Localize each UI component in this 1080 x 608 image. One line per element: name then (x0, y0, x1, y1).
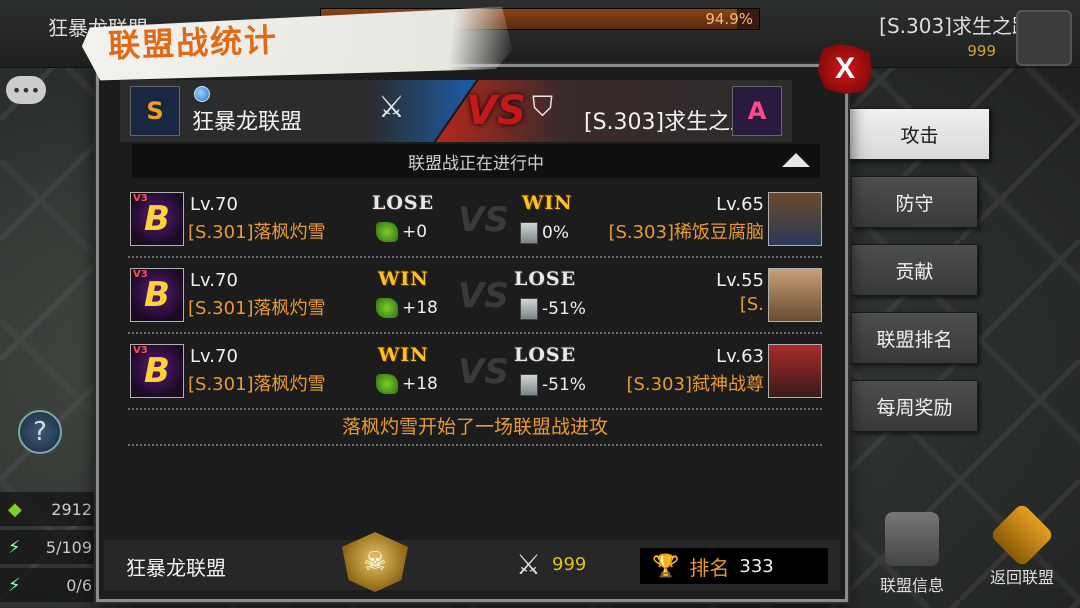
resource-icon (376, 374, 398, 394)
enemy-avatar (768, 344, 822, 398)
enemy-score-value: 0% (542, 223, 569, 243)
vs-watermark: VS (458, 352, 509, 392)
enemy-score-value: -51% (542, 299, 586, 319)
enemy-score: 0% (520, 222, 569, 244)
return-alliance-label: 返回联盟 (989, 568, 1054, 587)
enemy-result: WIN (522, 192, 573, 214)
war-status-text: 联盟战正在进行中 (408, 153, 544, 174)
panel-title: 联盟战统计 (107, 21, 279, 65)
player-result: LOSE (372, 192, 435, 214)
top-right-alliance-name: [S.303]求生之路 (879, 14, 1032, 38)
enemy-result: LOSE (514, 268, 577, 290)
enemy-level: Lv.65 (716, 194, 764, 215)
player-result: WIN (378, 268, 429, 290)
player-score-value: +18 (402, 298, 438, 318)
globe-icon (194, 86, 210, 102)
lightning-icon: ⚡ (8, 574, 21, 596)
battle-row: V3 B Lv.70 [S.301]落枫灼雪 WIN +18 VS LOSE -5… (128, 262, 822, 334)
enemy-level: Lv.55 (716, 270, 764, 291)
side-stat-value: 2912 (51, 499, 92, 519)
collapse-arrow-icon[interactable] (782, 153, 810, 167)
side-stat-value: 0/6 (66, 575, 92, 595)
battle-notice: 落枫灼雪开始了一场联盟战进攻 (128, 412, 822, 446)
trophy-icon: 🏆 (652, 553, 680, 579)
player-avatar: V3 B (130, 344, 184, 398)
player-score-value: +18 (402, 374, 438, 394)
vs-left-side: S 狂暴龙联盟 ⚔ (120, 80, 476, 142)
return-alliance-button[interactable]: 返回联盟 (972, 502, 1072, 602)
alliance-info-label: 联盟信息 (879, 576, 944, 595)
player-score: +18 (376, 374, 438, 394)
shield-icon[interactable] (1016, 10, 1072, 66)
left-alliance-name: 狂暴龙联盟 (192, 110, 303, 135)
chat-bubble-icon[interactable]: ••• (6, 76, 46, 104)
enemy-name: [S.303]稀饭豆腐脑 (608, 222, 764, 243)
help-icon[interactable]: ? (18, 410, 62, 454)
skull-rank-badge-icon: ☠ (342, 532, 408, 592)
enemy-result: LOSE (514, 344, 577, 366)
war-status-bar: 联盟战正在进行中 (132, 144, 820, 178)
right-alliance-name: [S.303]求生之路 (584, 110, 753, 135)
war-progress-text: 94.9% (705, 10, 753, 28)
crossed-swords-icon: ⚔ (516, 548, 542, 581)
alliance-info-button[interactable]: 联盟信息 (862, 512, 962, 602)
building-icon (520, 374, 538, 396)
battle-row: V3 B Lv.70 [S.301]落枫灼雪 WIN +18 VS LOSE -5… (128, 338, 822, 410)
player-result: WIN (378, 344, 429, 366)
panel-footer: 狂暴龙联盟 ☠ ⚔ 999 🏆 排名 333 (104, 532, 840, 592)
alliance-emblem-left: S (130, 86, 180, 136)
resource-icon (376, 298, 398, 318)
enemy-avatar (768, 192, 822, 246)
side-stat-gems: ◆ 2912 (0, 492, 98, 526)
player-name: [S.301]落枫灼雪 (188, 298, 326, 319)
rank-box: 🏆 排名 333 (640, 548, 828, 584)
tab-alliance-ranking[interactable]: 联盟排名 (852, 312, 978, 364)
player-level: Lv.70 (190, 346, 238, 367)
alliance-info-icon (885, 512, 939, 566)
player-level: Lv.70 (190, 270, 238, 291)
side-stat-value: 5/109 (45, 537, 92, 557)
vs-watermark: VS (458, 200, 509, 240)
player-name: [S.301]落枫灼雪 (188, 374, 326, 395)
tab-defense[interactable]: 防守 (852, 176, 978, 228)
enemy-name: [S. (739, 294, 764, 315)
enemy-score: -51% (520, 374, 586, 396)
enemy-avatar (768, 268, 822, 322)
player-score-value: +0 (402, 222, 428, 242)
battle-row: V3 B Lv.70 [S.301]落枫灼雪 LOSE +0 VS WIN 0% … (128, 186, 822, 258)
building-icon (520, 222, 538, 244)
lightning-icon: ⚡ (8, 536, 21, 558)
alliance-emblem-right: A (732, 86, 782, 136)
side-stat-energy: ⚡ 5/109 (0, 530, 98, 564)
enemy-name: [S.303]弑神战尊 (626, 374, 764, 395)
rank-value: 333 (739, 555, 774, 577)
building-icon (520, 298, 538, 320)
footer-power: 999 (552, 554, 587, 575)
player-score: +0 (376, 222, 427, 242)
top-right-power: 999 (967, 42, 996, 60)
enemy-score-value: -51% (542, 375, 586, 395)
gem-icon: ◆ (8, 498, 22, 520)
tab-attack[interactable]: 攻击 (850, 108, 990, 160)
side-stat-attacks: ⚡ 0/6 (0, 568, 98, 602)
player-score: +18 (376, 298, 438, 318)
player-name: [S.301]落枫灼雪 (188, 222, 326, 243)
tab-weekly-rewards[interactable]: 每周奖励 (852, 380, 978, 432)
tab-contribution[interactable]: 贡献 (852, 244, 978, 296)
enemy-level: Lv.63 (716, 346, 764, 367)
vs-emblem: VS (466, 88, 526, 134)
rank-label: 排名 (689, 555, 730, 580)
enemy-score: -51% (520, 298, 586, 320)
footer-alliance-name: 狂暴龙联盟 (126, 556, 226, 580)
vs-header: S 狂暴龙联盟 ⚔ ⛉ [S.303]求生之路 A VS (120, 80, 832, 142)
player-avatar: V3 B (130, 268, 184, 322)
crossed-swords-icon: ⚔ (378, 90, 405, 125)
player-level: Lv.70 (190, 194, 238, 215)
resource-icon (376, 222, 398, 242)
vs-watermark: VS (458, 276, 509, 316)
player-avatar: V3 B (130, 192, 184, 246)
return-icon (989, 502, 1055, 568)
